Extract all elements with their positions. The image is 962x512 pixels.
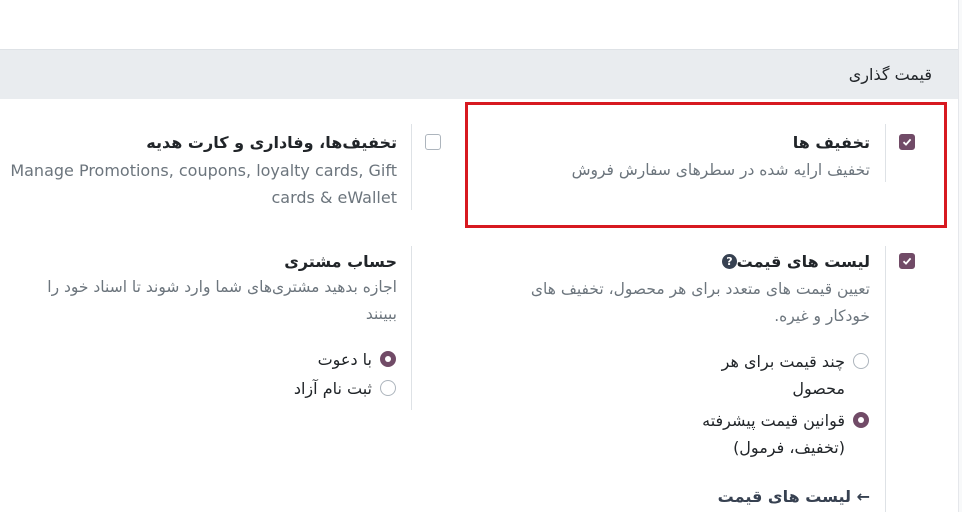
loyalty-title: تخفیف‌ها، وفاداری و کارت هدیه <box>146 133 397 152</box>
pricelist-mode-multiple-radio[interactable] <box>853 353 869 369</box>
pricelists-description-line2: خودکار و غیره. <box>774 307 870 325</box>
check-icon <box>902 257 912 265</box>
pricelists-link-label: لیست های قیمت <box>717 487 852 506</box>
pricelist-mode-multiple-label[interactable]: چند قیمت برای هر <box>722 348 845 376</box>
customer-account-description-line2: ببینند <box>365 305 397 323</box>
pricelists-checkbox[interactable] <box>899 253 915 269</box>
customer-account-invitation-radio[interactable] <box>380 351 396 367</box>
help-icon[interactable]: ? <box>722 254 737 269</box>
customer-account-signup-label[interactable]: ثبت نام آزاد <box>294 375 372 403</box>
setting-divider <box>885 246 886 512</box>
setting-divider <box>411 246 412 410</box>
pricelist-mode-multiple-label-cont[interactable]: محصول <box>792 375 845 403</box>
highlight-box <box>465 102 947 228</box>
scrollbar-track[interactable] <box>958 0 962 512</box>
section-title: قیمت گذاری <box>848 65 932 84</box>
arrow-right-icon: ← <box>856 487 870 506</box>
customer-account-description-line1: اجازه بدهید مشتری‌های شما وارد شوند تا ا… <box>47 278 397 296</box>
loyalty-checkbox[interactable] <box>425 134 441 150</box>
customer-account-signup-radio[interactable] <box>380 380 396 396</box>
customer-account-title: حساب مشتری <box>284 252 397 271</box>
pricelists-title: لیست های قیمت <box>736 252 870 271</box>
pricelists-description-line1: تعیین قیمت های متعدد برای هر محصول، تخفی… <box>530 280 870 298</box>
setting-divider <box>411 124 412 210</box>
section-header: قیمت گذاری <box>0 49 958 99</box>
loyalty-description-line1: Manage Promotions, coupons, loyalty card… <box>10 161 397 180</box>
pricelist-mode-advanced-radio[interactable] <box>853 412 869 428</box>
customer-account-invitation-label[interactable]: با دعوت <box>318 346 372 374</box>
pricelists-link[interactable]: ← لیست های قیمت <box>718 487 870 506</box>
pricelist-mode-advanced-label[interactable]: قوانین قیمت پیشرفته <box>702 407 845 435</box>
pricelist-mode-advanced-label-cont[interactable]: (تخفیف، فرمول) <box>733 434 845 462</box>
loyalty-description-line2: cards & eWallet <box>271 188 398 207</box>
